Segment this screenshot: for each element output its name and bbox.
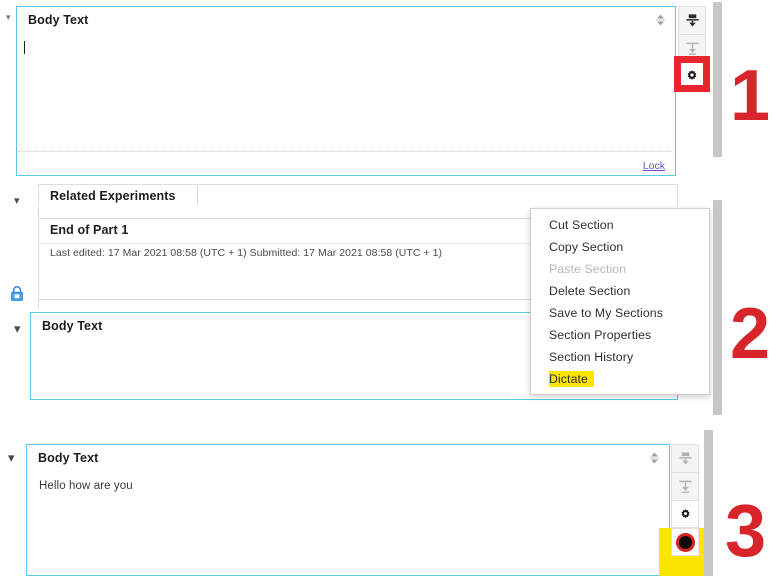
collapse-caret-icon-body-3[interactable]: ▾ [8, 452, 15, 465]
section-context-menu[interactable]: Cut Section Copy Section Paste Section D… [530, 208, 710, 395]
panel-1-scrollbar-thumb[interactable] [713, 2, 722, 157]
collapse-caret-icon[interactable]: ▾ [6, 14, 11, 23]
menu-label: Delete Section [549, 284, 631, 298]
menu-label: Copy Section [549, 240, 624, 254]
section-header: Body Text [17, 7, 675, 34]
body-text-section-1: Body Text Lock [16, 6, 676, 176]
panel-step-3: ▾ Body Text Hello how are you 3 [0, 430, 780, 576]
lock-link[interactable]: Lock [643, 160, 665, 172]
section-title: Body Text [28, 13, 89, 27]
gear-icon [680, 508, 690, 518]
annotation-number-1: 1 [730, 56, 771, 136]
panel-2-scrollbar-thumb[interactable] [713, 200, 722, 415]
menu-label: Section Properties [549, 328, 652, 342]
dictated-text: Hello how are you [39, 480, 133, 492]
menu-item-save-to-my-sections[interactable]: Save to My Sections [531, 302, 709, 324]
panel-step-2: ▾ Related Experiments End of Part 1 Last… [0, 184, 780, 425]
insert-section-above-button[interactable] [678, 6, 706, 34]
menu-label: Cut Section [549, 218, 614, 232]
body-text-section-3: Body Text Hello how are you [26, 444, 670, 576]
menu-label: Paste Section [549, 262, 627, 276]
section-title: Body Text [42, 319, 103, 333]
panel-1-scrollbar[interactable] [713, 2, 722, 157]
section-header: Body Text [27, 445, 669, 472]
locked-indicator[interactable] [9, 285, 25, 307]
collapse-caret-icon-body-2[interactable]: ▾ [14, 323, 21, 336]
footer-divider [18, 151, 674, 153]
padlock-icon [11, 286, 23, 301]
record-dictation-button[interactable] [671, 528, 699, 556]
screenshot-stage: ▾ Body Text Lock 1 ▾ Related Experiments… [0, 0, 780, 576]
section-title: Body Text [38, 451, 99, 465]
insert-section-above-button[interactable] [671, 444, 699, 472]
related-experiments-title: Related Experiments [50, 189, 176, 203]
menu-item-section-history[interactable]: Section History [531, 346, 709, 368]
panel-2-scrollbar[interactable] [713, 200, 722, 415]
related-experiments-header: Related Experiments [38, 184, 678, 206]
annotation-number-3: 3 [725, 489, 767, 572]
menu-label-highlighted: Dictate [549, 371, 594, 387]
stepper-arrows-icon[interactable] [648, 451, 661, 466]
menu-item-paste-section: Paste Section [531, 258, 709, 280]
menu-label: Section History [549, 350, 634, 364]
header-divider [197, 186, 198, 206]
section-toolbar-3 [671, 444, 699, 528]
menu-item-copy-section[interactable]: Copy Section [531, 236, 709, 258]
section-settings-gear-button[interactable] [671, 500, 699, 528]
menu-item-delete-section[interactable]: Delete Section [531, 280, 709, 302]
menu-item-dictate[interactable]: Dictate [531, 368, 709, 390]
section-editor-area[interactable]: Hello how are you [27, 471, 669, 575]
panel-3-scrollbar-thumb[interactable] [704, 430, 713, 576]
record-icon [678, 535, 692, 549]
highlight-box-gear [674, 56, 710, 92]
panel-step-1: ▾ Body Text Lock 1 [0, 0, 780, 186]
annotation-number-2: 2 [730, 294, 771, 374]
menu-item-section-properties[interactable]: Section Properties [531, 324, 709, 346]
stepper-arrows-icon[interactable] [654, 13, 667, 28]
menu-label: Save to My Sections [549, 306, 663, 320]
text-cursor [24, 41, 25, 54]
insert-section-below-button[interactable] [671, 472, 699, 500]
panel-3-scrollbar[interactable] [704, 430, 713, 576]
section-editor-area[interactable]: Lock [17, 33, 675, 175]
section-meta-text: Last edited: 17 Mar 2021 08:58 (UTC + 1)… [50, 247, 443, 259]
collapse-caret-icon-related[interactable]: ▾ [14, 195, 20, 206]
menu-item-cut-section[interactable]: Cut Section [531, 214, 709, 236]
